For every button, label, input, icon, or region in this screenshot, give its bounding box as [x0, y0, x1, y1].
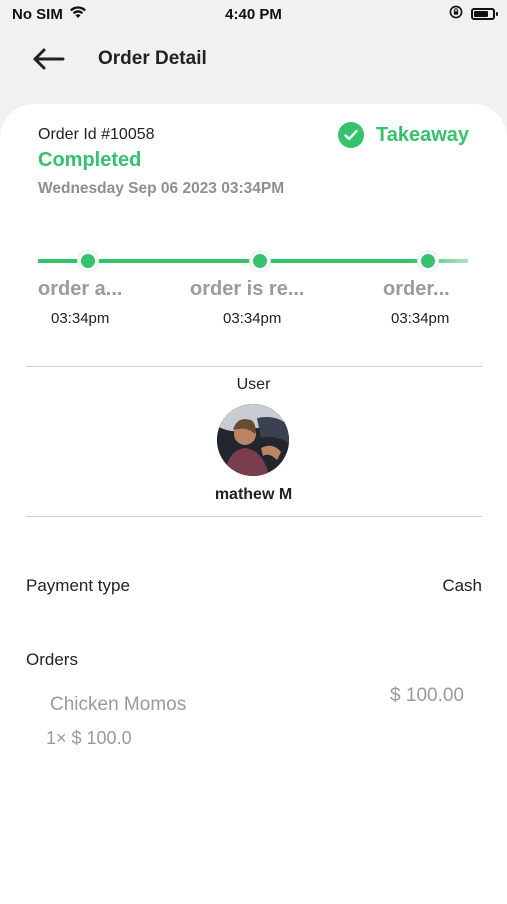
carrier-label: No SIM: [12, 5, 63, 23]
header: Order Detail: [0, 28, 507, 90]
wifi-icon: [69, 5, 87, 23]
divider: [26, 516, 482, 517]
order-status: Completed: [38, 149, 142, 171]
timeline-step-time: 03:34pm: [391, 310, 450, 327]
arrow-left-icon: [33, 48, 65, 70]
timeline-step-label: order is re...: [190, 278, 305, 300]
user-name: mathew M: [214, 486, 293, 503]
user-heading: User: [236, 376, 271, 393]
timeline-dot: [78, 251, 98, 271]
timeline-dot: [250, 251, 270, 271]
status-bar: No SIM 4:40 PM: [0, 0, 507, 28]
payment-type-value: Cash: [442, 576, 482, 595]
timeline-dot: [418, 251, 438, 271]
orders-heading: Orders: [26, 650, 78, 669]
order-id: Order Id #10058: [38, 126, 155, 143]
timeline-step-label: order a...: [38, 278, 123, 300]
order-type-label: Takeaway: [375, 123, 469, 146]
order-detail-card: Order Id #10058 Completed Wednesday Sep …: [0, 104, 507, 904]
timeline-step-time: 03:34pm: [223, 310, 282, 327]
order-item-price: $ 100.00: [390, 685, 464, 706]
check-circle-icon: [337, 122, 364, 148]
avatar[interactable]: [217, 404, 289, 476]
status-left: No SIM: [12, 5, 87, 23]
order-item-quantity: 1× $ 100.0: [46, 728, 132, 748]
back-button[interactable]: [30, 41, 66, 77]
timeline-step-time: 03:34pm: [51, 310, 110, 327]
battery-icon: [471, 8, 498, 20]
payment-type-label: Payment type: [26, 576, 130, 595]
order-type-badge: Takeaway: [337, 122, 469, 148]
orientation-lock-icon: [449, 5, 463, 23]
timeline-step-label: order...: [383, 278, 450, 300]
order-timeline: order a... order is re... order... 03:34…: [0, 248, 507, 328]
order-item-name: Chicken Momos: [50, 694, 187, 715]
page-title: Order Detail: [98, 48, 207, 69]
status-right: [449, 5, 498, 23]
order-date: Wednesday Sep 06 2023 03:34PM: [38, 180, 285, 197]
divider: [26, 366, 482, 367]
